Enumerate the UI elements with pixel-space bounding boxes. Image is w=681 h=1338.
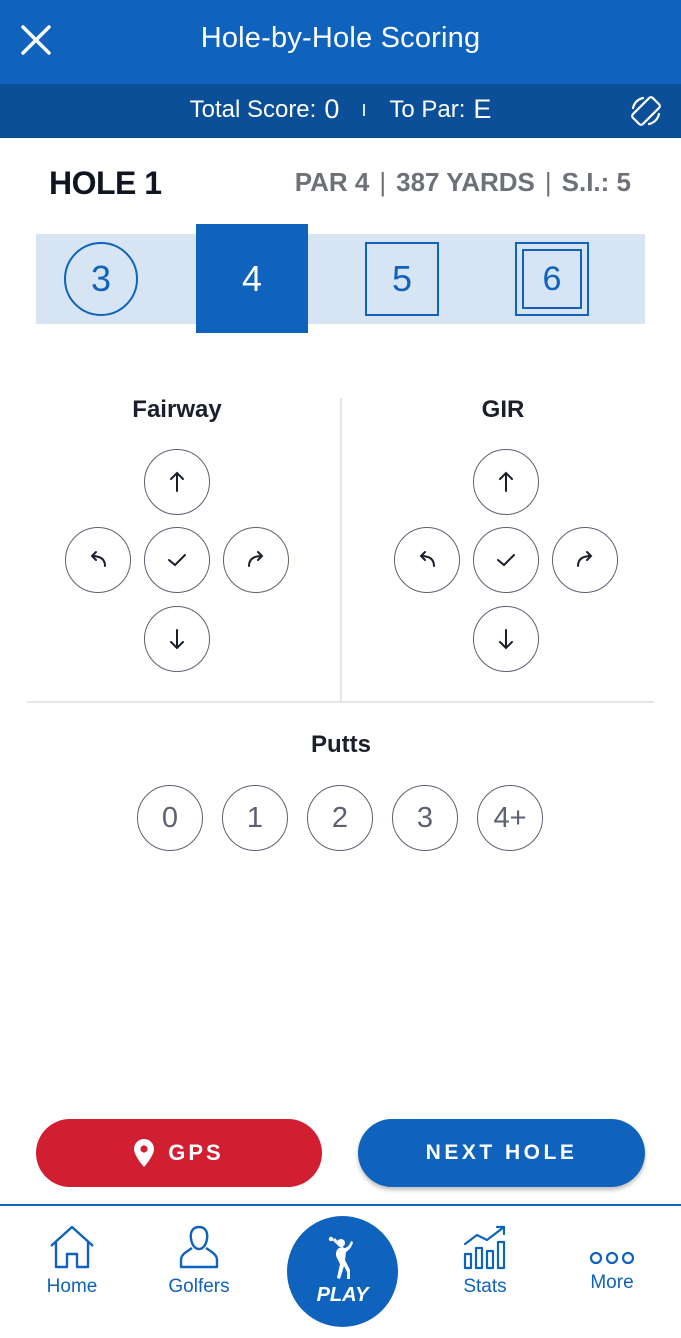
fairway-hit-button[interactable] bbox=[144, 527, 210, 593]
gir-long-button[interactable] bbox=[473, 449, 539, 515]
putts-option-3[interactable]: 3 bbox=[392, 785, 458, 851]
section-divider bbox=[27, 701, 654, 703]
home-icon bbox=[50, 1225, 94, 1269]
nav-home[interactable]: Home bbox=[17, 1224, 127, 1314]
double-bogey-square: 6 bbox=[515, 242, 589, 316]
divider bbox=[363, 103, 366, 116]
score-selector: 3 4 5 6 bbox=[36, 224, 645, 333]
rotate-screen-icon bbox=[631, 96, 661, 126]
gir-right-button[interactable] bbox=[552, 527, 618, 593]
to-par-value: E bbox=[473, 94, 492, 124]
divider: | bbox=[544, 167, 552, 197]
gir-title: GIR bbox=[481, 396, 525, 423]
score-option-6[interactable]: 6 bbox=[496, 234, 608, 324]
nav-golfers-label: Golfers bbox=[168, 1276, 230, 1297]
nav-stats[interactable]: Stats bbox=[430, 1224, 540, 1314]
arrow-up-icon bbox=[499, 471, 513, 492]
more-dots-icon bbox=[589, 1251, 635, 1265]
putts-option-4-plus[interactable]: 4+ bbox=[477, 785, 543, 851]
hole-par: PAR 4 bbox=[294, 167, 370, 197]
arrow-down-icon bbox=[499, 629, 513, 650]
putts-title: Putts bbox=[311, 731, 371, 758]
gir-short-button[interactable] bbox=[473, 606, 539, 672]
nav-golfers[interactable]: Golfers bbox=[144, 1224, 254, 1314]
score-value: 6 bbox=[542, 259, 562, 298]
rotate-screen-button[interactable] bbox=[629, 94, 663, 128]
putts-option-2[interactable]: 2 bbox=[307, 785, 373, 851]
arrow-left-curve-icon bbox=[419, 551, 435, 567]
gps-button[interactable]: GPS bbox=[36, 1119, 322, 1187]
hole-meta: PAR 4 | 387 YARDS | S.I.: 5 bbox=[295, 167, 631, 198]
birdie-circle: 3 bbox=[64, 242, 138, 316]
nav-play-label: PLAY bbox=[316, 1284, 369, 1306]
top-bar: Hole-by-Hole Scoring bbox=[0, 0, 681, 84]
nav-stats-label: Stats bbox=[463, 1276, 507, 1297]
total-score-label: Total Score: bbox=[189, 95, 317, 123]
score-option-4-selected[interactable]: 4 bbox=[196, 224, 308, 333]
bogey-square: 5 bbox=[365, 242, 439, 316]
score-value: 3 bbox=[90, 258, 112, 299]
check-icon bbox=[168, 554, 186, 567]
nav-more-label: More bbox=[590, 1272, 634, 1293]
golfer-swing-icon bbox=[328, 1236, 353, 1279]
score-option-5[interactable]: 5 bbox=[346, 234, 458, 324]
hole-title: HOLE 1 bbox=[49, 165, 162, 201]
divider: | bbox=[379, 167, 387, 197]
putts-option-0[interactable]: 0 bbox=[137, 785, 203, 851]
gps-label: GPS bbox=[168, 1140, 224, 1165]
score-value: 4 bbox=[241, 257, 263, 299]
section-divider bbox=[340, 398, 342, 702]
hole-yards: 387 YARDS bbox=[396, 167, 535, 197]
putts-option-1[interactable]: 1 bbox=[222, 785, 288, 851]
score-option-3[interactable]: 3 bbox=[45, 234, 157, 324]
arrow-left-curve-icon bbox=[90, 551, 106, 567]
arrow-right-curve-icon bbox=[577, 551, 593, 567]
arrow-up-icon bbox=[170, 471, 184, 492]
nav-more[interactable]: More bbox=[557, 1224, 667, 1314]
gir-hit-button[interactable] bbox=[473, 527, 539, 593]
score-summary-bar: Total Score: 0 To Par: E bbox=[0, 84, 681, 138]
fairway-miss-left-button[interactable] bbox=[65, 527, 131, 593]
nav-play-button[interactable]: PLAY bbox=[287, 1216, 398, 1327]
nav-home-label: Home bbox=[46, 1276, 98, 1297]
fairway-hit-long-button[interactable] bbox=[144, 449, 210, 515]
stats-chart-icon bbox=[463, 1225, 506, 1270]
check-icon bbox=[497, 554, 515, 567]
next-hole-button[interactable]: NEXT HOLE bbox=[358, 1119, 645, 1187]
fairway-miss-short-button[interactable] bbox=[144, 606, 210, 672]
arrow-right-curve-icon bbox=[248, 551, 264, 567]
arrow-down-icon bbox=[170, 629, 184, 650]
location-pin-icon bbox=[134, 1139, 155, 1167]
score-value: 5 bbox=[391, 258, 413, 299]
total-score-value: 0 bbox=[324, 94, 340, 124]
to-par-label: To Par: bbox=[389, 95, 466, 123]
golfers-icon bbox=[179, 1225, 219, 1269]
hole-stroke-index: S.I.: 5 bbox=[561, 167, 631, 197]
fairway-miss-right-button[interactable] bbox=[223, 527, 289, 593]
page-title: Hole-by-Hole Scoring bbox=[200, 22, 481, 54]
gir-left-button[interactable] bbox=[394, 527, 460, 593]
fairway-title: Fairway bbox=[132, 396, 222, 423]
